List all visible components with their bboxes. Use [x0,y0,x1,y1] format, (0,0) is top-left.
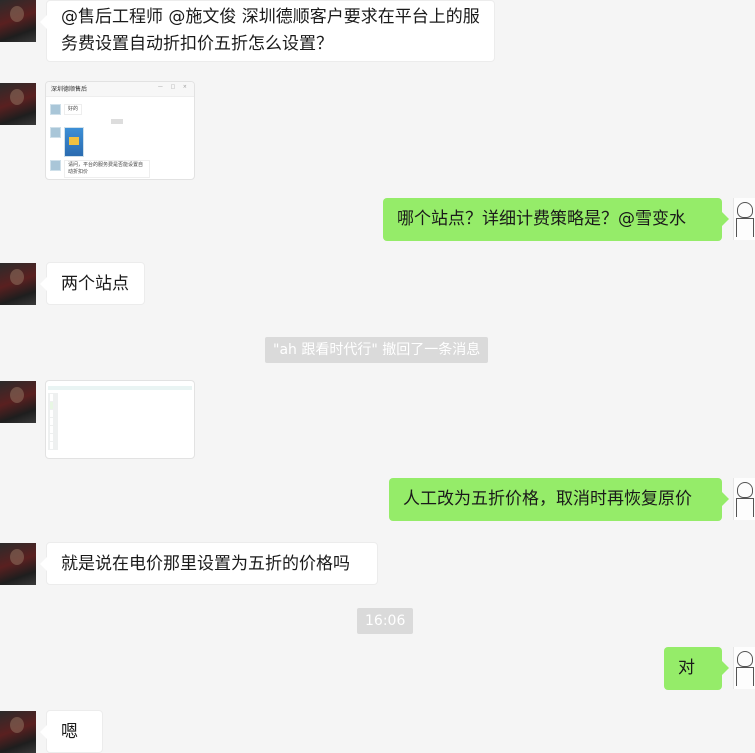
message-text: 人工改为五折价格，取消时再恢复原价 [403,489,692,509]
timestamp: 16:06 [357,608,414,634]
contact-avatar[interactable] [0,0,36,42]
incoming-message[interactable]: @售后工程师 @施文俊 深圳德顺客户要求在平台上的服务费设置自动折扣价五折怎么设… [40,0,495,62]
recall-notice: "ah 跟看时代行" 撤回了一条消息 [265,337,489,363]
mini-bubble: 请问，平台的服务费是否能设置自动折扣价 [64,160,150,178]
message-text: 两个站点 [61,274,129,294]
mini-avatar [50,160,61,171]
incoming-message[interactable]: 嗯 [40,710,103,753]
thumbnail-titlebar: 深圳德顺售后 — □ × [46,82,194,97]
outgoing-message[interactable]: 对 [664,647,729,690]
mini-bubble: 好的 [64,104,83,115]
message-text: 就是说在电价那里设置为五折的价格吗 [61,554,350,574]
image-message-table-screenshot[interactable] [45,380,195,459]
image-message-chat-screenshot[interactable]: 深圳德顺售后 — □ × 好的 请问，平台的服务费是否能设置自动折扣价 [45,81,195,180]
window-controls-icon: — □ × [157,84,190,90]
mini-avatar [50,127,61,138]
contact-avatar[interactable] [0,381,36,423]
message-text: @售后工程师 @施文俊 深圳德顺客户要求在平台上的服务费设置自动折扣价五折怎么设… [61,7,480,54]
thumbnail-table-header [48,386,192,390]
contact-avatar[interactable] [0,543,36,585]
message-text: 哪个站点？详细计费策略是？@雪变水 [397,209,686,229]
thumbnail-title: 深圳德顺售后 [51,86,88,93]
my-avatar[interactable] [733,478,755,520]
mini-card-image [64,127,84,157]
outgoing-message[interactable]: 哪个站点？详细计费策略是？@雪变水 [383,198,729,241]
incoming-message[interactable]: 就是说在电价那里设置为五折的价格吗 [40,542,378,585]
my-avatar[interactable] [733,198,755,240]
message-text: 嗯 [61,722,78,742]
mini-time-chip [111,119,123,124]
thumbnail-table [47,393,59,450]
incoming-message[interactable]: 两个站点 [40,262,145,305]
outgoing-message[interactable]: 人工改为五折价格，取消时再恢复原价 [389,478,729,521]
my-avatar[interactable] [733,647,755,689]
contact-avatar[interactable] [0,83,36,125]
contact-avatar[interactable] [0,263,36,305]
mini-avatar [50,104,61,115]
contact-avatar[interactable] [0,711,36,753]
message-text: 对 [678,658,695,678]
